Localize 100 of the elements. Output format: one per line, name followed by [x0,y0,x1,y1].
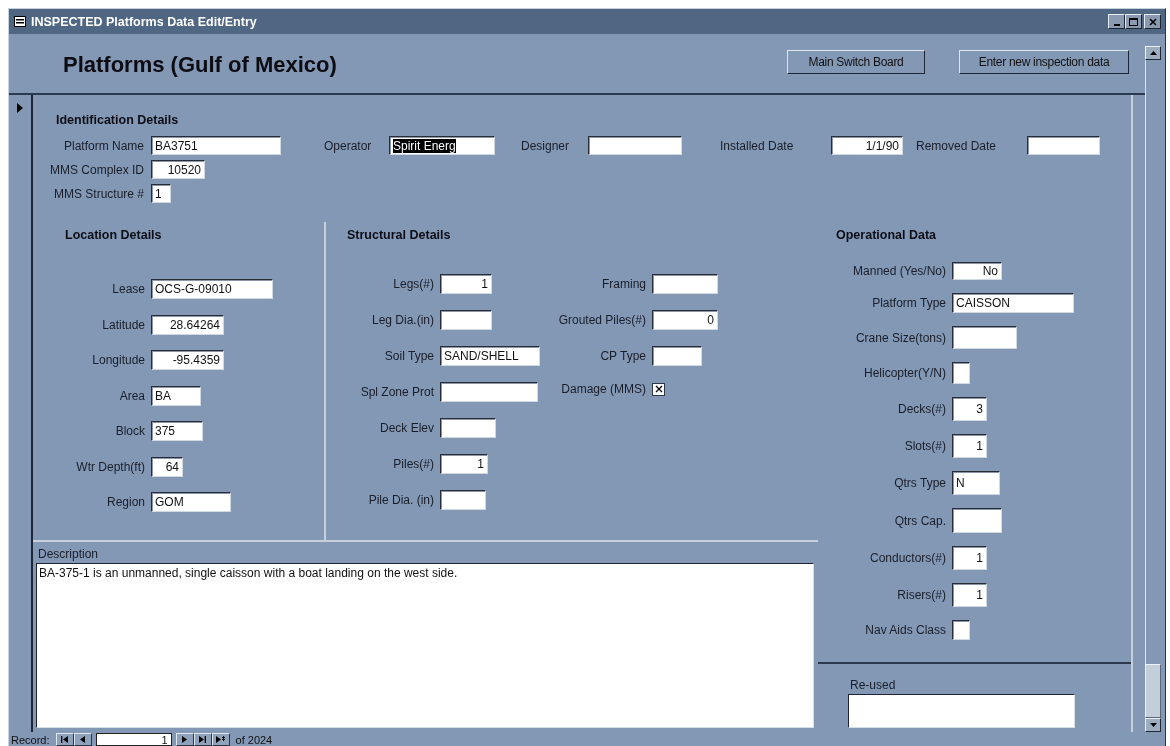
scroll-up-button[interactable] [1145,46,1161,60]
input-field[interactable] [952,362,970,384]
input-field[interactable] [440,490,486,510]
field-label: Platform Name [62,138,144,153]
input-field[interactable]: 1 [151,184,171,203]
field-label: MMS Complex ID [49,162,144,177]
input-field[interactable]: 1 [952,583,987,607]
field-label: Designer [521,138,571,153]
section-heading: Location Details [65,228,163,242]
input-field[interactable]: SAND/SHELL [440,346,540,366]
input-field[interactable]: 64 [151,456,183,477]
right-triangle-icon [180,736,190,743]
section-heading: Identification Details [56,113,180,127]
field-label: Installed Date [720,138,795,153]
field-label: Nav Aids Class [864,623,947,637]
field-label: Qtrs Type [893,476,947,490]
last-icon [198,736,208,743]
field-label: Risers(#) [896,588,947,602]
section-heading: Structural Details [347,228,452,242]
minimize-icon [1113,23,1120,26]
field-label: Manned (Yes/No) [852,264,947,278]
field-label: Pile Dia. (in) [367,493,435,507]
input-field[interactable] [952,508,1002,533]
cross-icon [654,385,663,393]
field-label: Slots(#) [903,439,947,453]
maximize-button[interactable] [1125,14,1142,29]
first-record-button[interactable] [55,733,74,746]
field-label: Grouted Piles(#) [557,313,647,327]
text-area[interactable] [848,694,1075,728]
record-count: of 2024 [235,733,273,746]
vertical-scrollbar[interactable] [1145,46,1161,732]
field-label: MMS Structure # [52,186,144,201]
field-label: Description [38,547,100,561]
input-field[interactable]: 3 [952,397,987,421]
input-field[interactable] [952,326,1017,349]
field-label: Removed Date [916,138,998,153]
input-field[interactable]: N [952,471,1000,495]
input-field[interactable]: 0 [652,310,718,330]
input-field[interactable]: 10520 [151,160,205,179]
field-label: Region [105,495,146,509]
input-field[interactable]: No [952,262,1002,280]
record-number-field[interactable]: 1 [95,733,172,746]
section-heading: Operational Data [836,228,938,242]
field-label: Spl Zone Prot [359,385,435,399]
field-label: Conductors(#) [868,551,947,565]
input-field[interactable] [440,310,492,330]
field-label: Helicopter(Y/N) [862,366,947,380]
input-field[interactable] [652,346,702,366]
field-label: Crane Size(tons) [854,330,947,345]
field-label: Leg Dia.(in) [370,313,435,327]
field-label: Area [118,388,146,403]
field-label: Qtrs Cap. [893,513,947,528]
input-field[interactable]: BA [151,385,201,406]
input-field[interactable]: 1 [952,434,987,458]
field-label: Legs(#) [392,277,435,291]
input-field[interactable]: 1/1/90 [831,136,903,155]
field-label: Framing [601,277,647,291]
input-field[interactable]: 1 [952,546,987,570]
field-label: CP Type [599,349,647,363]
input-field[interactable]: OCS-G-09010 [151,279,273,299]
input-field[interactable] [952,620,970,640]
form-icon [14,16,26,27]
first-icon [60,736,70,743]
field-label: Deck Elev [378,421,435,435]
field-label: Wtr Depth(ft) [75,459,146,474]
scroll-down-button[interactable] [1145,718,1161,732]
input-field[interactable]: 1 [440,454,488,474]
checkbox[interactable] [652,382,665,396]
field-label: Block [114,424,146,438]
input-field[interactable]: GOM [151,492,231,512]
minimize-button[interactable] [1108,14,1125,29]
input-field[interactable] [440,418,496,438]
input-field[interactable] [652,274,718,294]
field-label: Decks(#) [897,402,947,416]
close-button[interactable] [1144,14,1161,29]
field-label: Soil Type [383,349,435,363]
form-button[interactable]: Main Switch Board [787,49,925,74]
field-label: Damage (MMS) [560,382,647,396]
input-field[interactable]: 375 [151,421,203,441]
new-record-icon [216,736,226,743]
next-record-button[interactable] [175,733,194,746]
input-field[interactable] [588,136,682,155]
field-label: Longitude [91,353,146,367]
input-field[interactable]: Spirit Energ [389,136,495,155]
input-field[interactable]: 28.64264 [151,314,224,335]
field-label: Latitude [101,317,146,332]
field-label: Piles(#) [392,457,435,471]
input-field[interactable]: CAISSON [952,293,1074,313]
scroll-thumb[interactable] [1145,664,1161,718]
field-label: Lease [111,282,146,296]
up-arrow-icon [1149,51,1157,55]
input-field[interactable] [1027,136,1100,155]
input-field[interactable]: BA3751 [151,136,281,155]
left-triangle-icon [78,736,88,743]
form-button[interactable]: Enter new inspection data [959,49,1129,74]
text-area[interactable]: BA-375-1 is an unmanned, single caisson with a boat landing on the west side. [36,563,814,728]
input-field[interactable] [440,382,538,402]
close-icon [1148,17,1157,26]
input-field[interactable]: -95.4359 [151,350,224,370]
input-field[interactable]: 1 [440,274,492,294]
